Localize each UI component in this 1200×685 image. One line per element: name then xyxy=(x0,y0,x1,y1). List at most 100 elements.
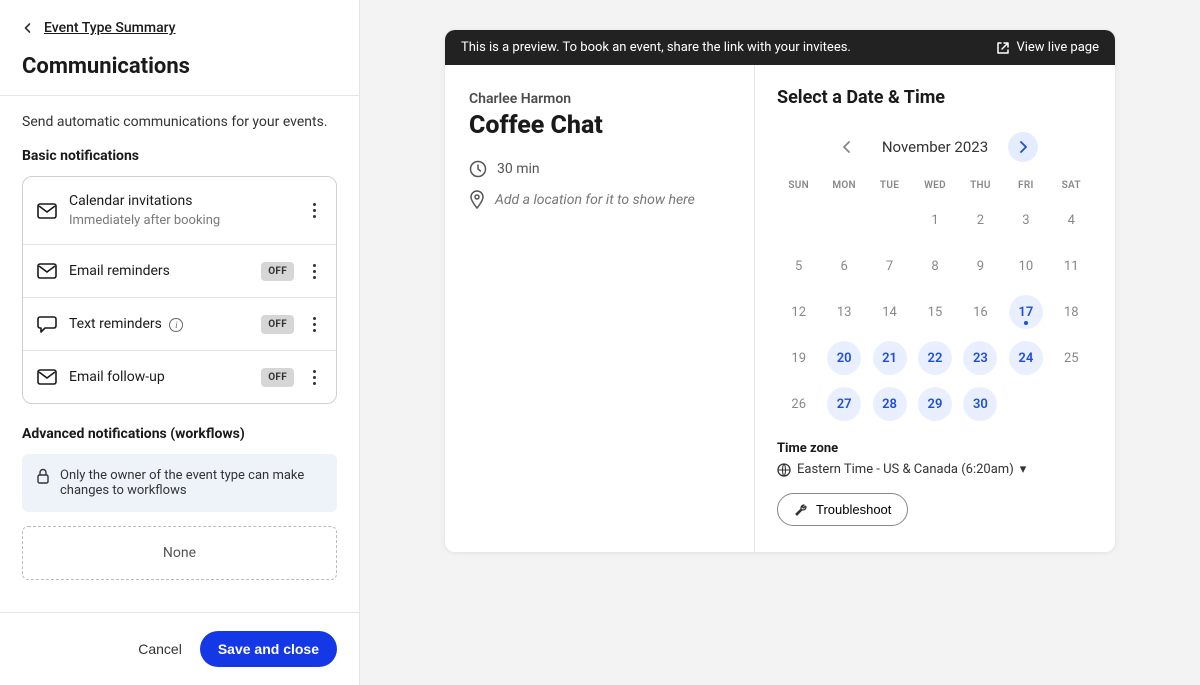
row-label: Email reminders xyxy=(69,263,249,279)
row-label: Email follow-up xyxy=(69,369,249,385)
back-link-row[interactable]: Event Type Summary xyxy=(22,20,337,36)
location-placeholder: Add a location for it to show here xyxy=(495,192,695,208)
prev-month-button[interactable] xyxy=(832,132,862,162)
day-30[interactable]: 30 xyxy=(963,387,997,421)
day-12: 12 xyxy=(782,295,816,329)
day-14: 14 xyxy=(873,295,907,329)
day-4: 4 xyxy=(1054,203,1088,237)
day-3: 3 xyxy=(1009,203,1043,237)
more-menu-button[interactable] xyxy=(306,261,322,281)
timezone-selector[interactable]: Eastern Time - US & Canada (6:20am) ▾ xyxy=(777,462,1093,477)
day-26: 26 xyxy=(782,387,816,421)
row-email-reminders[interactable]: Email reminders OFF xyxy=(23,245,336,298)
event-title: Coffee Chat xyxy=(469,111,730,140)
banner-text: Only the owner of the event type can mak… xyxy=(60,468,323,498)
chevron-left-icon xyxy=(22,22,34,34)
day-29[interactable]: 29 xyxy=(918,387,952,421)
envelope-icon xyxy=(37,201,57,221)
more-menu-button[interactable] xyxy=(306,201,322,221)
page-title: Communications xyxy=(22,54,337,79)
day-16: 16 xyxy=(963,295,997,329)
preview-banner-text: This is a preview. To book an event, sha… xyxy=(461,40,851,55)
dow-label: SUN xyxy=(777,180,820,191)
day-23[interactable]: 23 xyxy=(963,341,997,375)
calendar-panel: Select a Date & Time November 2023 SUNMO… xyxy=(755,65,1115,552)
day-17[interactable]: 17 xyxy=(1009,295,1043,329)
troubleshoot-button[interactable]: Troubleshoot xyxy=(777,493,908,526)
day-15: 15 xyxy=(918,295,952,329)
dow-label: TUE xyxy=(868,180,911,191)
view-live-link[interactable]: View live page xyxy=(996,40,1099,55)
lock-icon xyxy=(36,468,50,498)
duration-text: 30 min xyxy=(497,161,540,177)
event-details: Charlee Harmon Coffee Chat 30 min Add a … xyxy=(445,65,755,552)
day-blank xyxy=(873,203,907,237)
host-name: Charlee Harmon xyxy=(469,91,730,107)
external-link-icon xyxy=(996,41,1010,55)
caret-down-icon: ▾ xyxy=(1020,462,1027,477)
row-label: Text reminders i xyxy=(69,316,249,332)
page-description: Send automatic communications for your e… xyxy=(22,114,337,130)
off-badge: OFF xyxy=(261,368,294,387)
dow-label: SAT xyxy=(1050,180,1093,191)
next-month-button[interactable] xyxy=(1008,132,1038,162)
globe-icon xyxy=(777,463,791,477)
day-2: 2 xyxy=(963,203,997,237)
clock-icon xyxy=(469,160,487,178)
day-20[interactable]: 20 xyxy=(827,341,861,375)
day-11: 11 xyxy=(1054,249,1088,283)
select-title: Select a Date & Time xyxy=(777,87,1093,108)
location-row[interactable]: Add a location for it to show here xyxy=(469,190,730,210)
row-email-followup[interactable]: Email follow-up OFF xyxy=(23,351,336,403)
preview-area: This is a preview. To book an event, sha… xyxy=(360,0,1200,685)
advanced-notifications-title: Advanced notifications (workflows) xyxy=(22,426,337,442)
workflow-owner-banner: Only the owner of the event type can mak… xyxy=(22,454,337,512)
day-24[interactable]: 24 xyxy=(1009,341,1043,375)
day-1: 1 xyxy=(918,203,952,237)
basic-notifications-title: Basic notifications xyxy=(22,148,337,164)
left-panel: Event Type Summary Communications Send a… xyxy=(0,0,360,685)
day-6: 6 xyxy=(827,249,861,283)
timezone-label: Time zone xyxy=(777,441,1093,456)
cancel-button[interactable]: Cancel xyxy=(138,641,182,657)
info-icon[interactable]: i xyxy=(169,318,183,332)
row-sublabel: Immediately after booking xyxy=(69,213,294,228)
calendar-grid: SUNMONTUEWEDTHUFRISAT1234567891011121314… xyxy=(777,180,1093,421)
day-5: 5 xyxy=(782,249,816,283)
day-25: 25 xyxy=(1054,341,1088,375)
more-menu-button[interactable] xyxy=(306,367,322,387)
divider xyxy=(0,95,359,96)
day-13: 13 xyxy=(827,295,861,329)
timezone-value: Eastern Time - US & Canada (6:20am) xyxy=(797,462,1014,477)
more-menu-button[interactable] xyxy=(306,314,322,334)
duration-row: 30 min xyxy=(469,160,730,178)
location-pin-icon xyxy=(469,190,485,210)
off-badge: OFF xyxy=(261,315,294,334)
day-27[interactable]: 27 xyxy=(827,387,861,421)
day-10: 10 xyxy=(1009,249,1043,283)
month-label: November 2023 xyxy=(882,138,988,156)
day-8: 8 xyxy=(918,249,952,283)
envelope-icon xyxy=(37,367,57,387)
dow-label: MON xyxy=(822,180,865,191)
wrench-icon xyxy=(794,503,808,517)
save-button[interactable]: Save and close xyxy=(200,631,337,667)
workflows-empty: None xyxy=(22,526,337,580)
dow-label: FRI xyxy=(1004,180,1047,191)
off-badge: OFF xyxy=(261,262,294,281)
day-blank xyxy=(782,203,816,237)
back-link[interactable]: Event Type Summary xyxy=(44,20,176,36)
dow-label: THU xyxy=(959,180,1002,191)
preview-header: This is a preview. To book an event, sha… xyxy=(445,30,1115,65)
day-28[interactable]: 28 xyxy=(873,387,907,421)
row-calendar-invitations[interactable]: Calendar invitations Immediately after b… xyxy=(23,177,336,245)
row-text-reminders[interactable]: Text reminders i OFF xyxy=(23,298,336,351)
row-label: Calendar invitations xyxy=(69,193,294,209)
chat-bubble-icon xyxy=(37,314,57,334)
day-22[interactable]: 22 xyxy=(918,341,952,375)
day-9: 9 xyxy=(963,249,997,283)
day-7: 7 xyxy=(873,249,907,283)
dow-label: WED xyxy=(913,180,956,191)
day-21[interactable]: 21 xyxy=(873,341,907,375)
envelope-icon xyxy=(37,261,57,281)
